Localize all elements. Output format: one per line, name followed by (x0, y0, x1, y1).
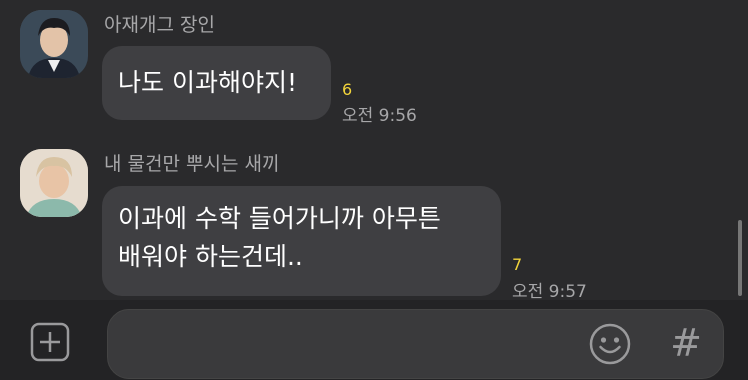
message-bubble[interactable]: 이과에 수학 들어가니까 아무튼 배워야 하는건데.. (102, 186, 501, 296)
emoji-button[interactable] (588, 322, 632, 366)
chat-area: 아재개그 장인 나도 이과해야지! 6 오전 9:56 내 물건만 뿌시는 새끼… (0, 0, 748, 302)
message-time: 오전 9:56 (342, 106, 417, 126)
message-time: 오전 9:57 (512, 282, 587, 302)
avatar-photo-icon (20, 149, 88, 217)
scrollbar[interactable] (738, 220, 742, 296)
avatar[interactable] (20, 10, 88, 78)
sender-name: 아재개그 장인 (104, 14, 215, 36)
hash-search-button[interactable]: # (668, 321, 704, 365)
smiley-icon (589, 323, 631, 365)
plus-icon (30, 322, 70, 362)
sender-name: 내 물건만 뿌시는 새끼 (104, 153, 280, 175)
unread-count: 7 (512, 255, 523, 274)
message-bubble[interactable]: 나도 이과해야지! (102, 46, 331, 120)
unread-count: 6 (342, 80, 353, 99)
message-text-line: 배워야 하는건데.. (118, 242, 303, 271)
message-text: 나도 이과해야지! (118, 68, 297, 97)
message-text-line: 이과에 수학 들어가니까 아무튼 (118, 204, 441, 233)
avatar[interactable] (20, 149, 88, 217)
add-attachment-button[interactable] (30, 322, 70, 362)
avatar-photo-icon (20, 10, 88, 78)
